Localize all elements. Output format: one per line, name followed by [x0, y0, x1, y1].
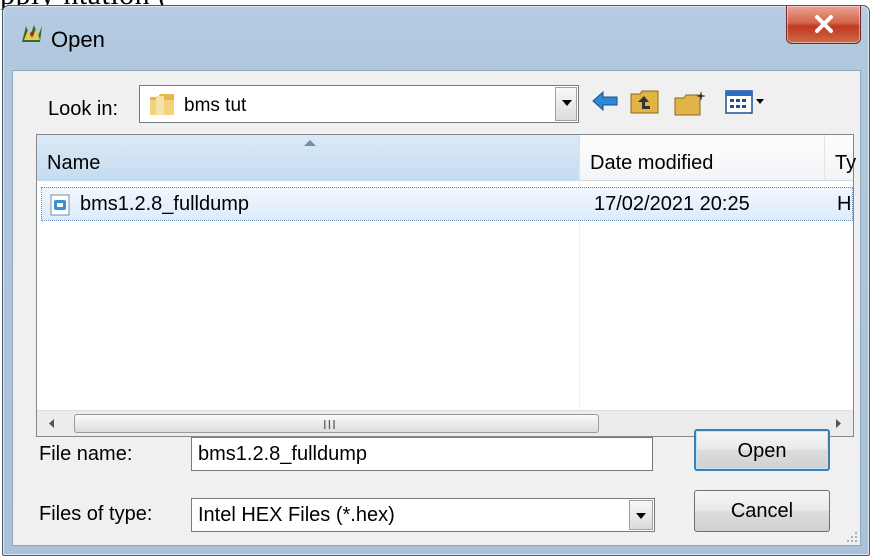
file-row[interactable]: bms1.2.8_fulldump 17/02/2021 20:25 H	[41, 187, 853, 221]
app-icon	[22, 25, 42, 42]
up-folder-icon[interactable]	[630, 90, 660, 114]
sort-arrow-icon	[304, 140, 316, 146]
filetype-dropdown[interactable]: Intel HEX Files (*.hex)	[191, 498, 655, 532]
back-arrow-icon[interactable]	[591, 90, 619, 112]
column-header: Name Date modified Ty	[37, 135, 856, 181]
title-bar[interactable]: Open	[3, 6, 869, 70]
close-button[interactable]	[786, 6, 861, 44]
column-header-type-label: Ty	[835, 152, 857, 174]
chevron-down-icon[interactable]	[629, 500, 653, 530]
view-menu-icon[interactable]	[725, 90, 767, 114]
open-button[interactable]: Open	[694, 429, 830, 471]
resize-grip-icon[interactable]	[844, 529, 858, 543]
lookin-label: Look in:	[48, 98, 119, 120]
open-dialog: Open Look in: bms tut Name Date modified…	[2, 5, 870, 556]
column-header-type[interactable]: Ty	[824, 135, 864, 181]
chevron-down-icon[interactable]	[555, 87, 577, 121]
hex-file-icon	[50, 194, 70, 216]
column-header-name-label: Name	[47, 152, 101, 174]
lookin-value: bms tut	[184, 95, 247, 116]
window-title: Open	[51, 27, 105, 52]
column-header-date-label: Date modified	[590, 152, 714, 174]
dialog-body: Look in: bms tut Name Date modified Ty b…	[12, 70, 861, 546]
filetype-label: Files of type:	[39, 503, 153, 525]
column-header-name[interactable]: Name	[37, 135, 579, 181]
file-type-cell: H	[837, 193, 852, 215]
file-date-cell: 17/02/2021 20:25	[594, 193, 750, 215]
cancel-button[interactable]: Cancel	[694, 490, 830, 532]
lookin-dropdown[interactable]: bms tut	[139, 85, 579, 123]
scroll-left-icon[interactable]	[37, 411, 67, 436]
folder-icon	[150, 94, 174, 115]
filetype-value: Intel HEX Files (*.hex)	[198, 504, 395, 526]
filename-label: File name:	[39, 443, 133, 465]
file-name-cell: bms1.2.8_fulldump	[80, 193, 249, 215]
column-header-date[interactable]: Date modified	[579, 135, 824, 181]
new-folder-icon[interactable]	[674, 90, 708, 116]
filename-input[interactable]	[191, 437, 653, 471]
file-list[interactable]: Name Date modified Ty bms1.2.8_fulldump …	[36, 134, 856, 437]
scroll-grip: III	[323, 417, 337, 432]
close-icon	[815, 15, 833, 33]
scroll-thumb[interactable]: III	[74, 414, 599, 433]
